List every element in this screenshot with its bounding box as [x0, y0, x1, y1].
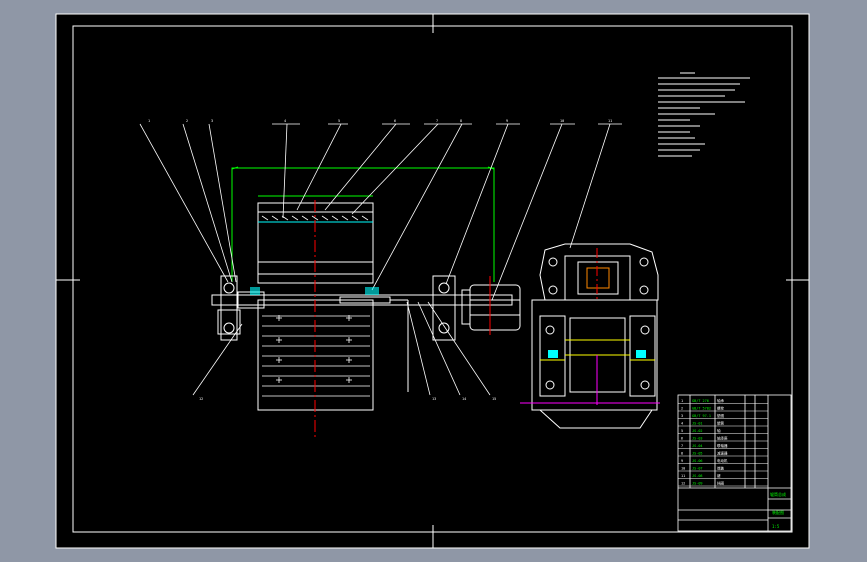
part-label: 8 [460, 119, 462, 123]
bom-cell-code: JS-03 [692, 437, 703, 441]
bom-cell-no: 7 [681, 444, 683, 448]
bom-cell-code: JS-01 [692, 422, 703, 426]
bom-cell-no: 10 [681, 467, 685, 471]
bom-cell-name: 挡圈 [717, 481, 725, 486]
bom-cell-no: 3 [681, 414, 683, 418]
part-label: 6 [394, 119, 396, 123]
drawing-sheet-type: 装配图 [772, 509, 784, 515]
bom-cell-name: 键 [717, 473, 721, 478]
bom-cell-code: JS-02 [692, 429, 703, 433]
part-label: 12 [199, 397, 203, 401]
bom-cell-code: GB/T 5782 [692, 407, 711, 411]
bom-cell-name: 电动机 [717, 458, 728, 463]
bom-cell-code: JS-09 [692, 482, 703, 486]
drawing-name: 辊筒总成 [770, 491, 786, 497]
bom-cell-name: 垫圈 [717, 413, 725, 418]
bom-cell-code: JS-06 [692, 459, 703, 463]
part-label: 2 [186, 119, 188, 123]
part-label: 14 [462, 397, 466, 401]
bom-cell-no: 1 [681, 399, 683, 403]
bom-cell-no: 8 [681, 452, 683, 456]
bom-cell-name: 辊筒 [717, 421, 725, 426]
part-label: 7 [436, 119, 438, 123]
bom-cell-no: 6 [681, 437, 683, 441]
bom-cell-name: 减速器 [717, 451, 728, 456]
part-label: 3 [211, 119, 213, 123]
bom-cell-code: JS-04 [692, 444, 703, 448]
part-label: 15 [492, 397, 496, 401]
bom-cell-name: 联轴器 [717, 443, 728, 448]
bom-cell-code: GB/T 97.1 [692, 414, 711, 418]
bom-cell-name: 螺栓 [717, 406, 725, 411]
bearing-seat-hatch [365, 287, 379, 295]
bom-cell-code: GB/T 276 [692, 399, 709, 403]
part-label: 11 [608, 119, 612, 123]
part-label: 5 [338, 119, 340, 123]
part-label: 9 [506, 119, 508, 123]
bom-cell-no: 5 [681, 429, 683, 433]
bom-cell-no: 4 [681, 422, 683, 426]
bom-cell-code: JS-08 [692, 474, 703, 478]
bom-cell-no: 12 [681, 482, 685, 486]
part-label: 1 [148, 119, 150, 123]
drawing-scale: 1:5 [772, 524, 780, 529]
bom-cell-name: 端盖 [717, 466, 725, 471]
cad-drawing-canvas: 1 2 3 4 5 6 7 8 9 10 11 12 13 14 15 1 GB… [55, 13, 810, 549]
bearing-seat-hatch-left [250, 287, 260, 295]
bom-cell-no: 11 [681, 474, 685, 478]
bom-cell-name: 轴 [717, 428, 721, 433]
bom-cell-code: JS-05 [692, 452, 703, 456]
part-label: 10 [560, 119, 564, 123]
part-label: 4 [284, 119, 286, 123]
bom-cell-code: JS-07 [692, 467, 703, 471]
bom-cell-name: 轴承 [717, 398, 725, 403]
bom-cell-no: 9 [681, 459, 683, 463]
part-label: 13 [432, 397, 436, 401]
bom-cell-name: 轴承座 [717, 436, 728, 441]
bom-cell-no: 2 [681, 407, 683, 411]
